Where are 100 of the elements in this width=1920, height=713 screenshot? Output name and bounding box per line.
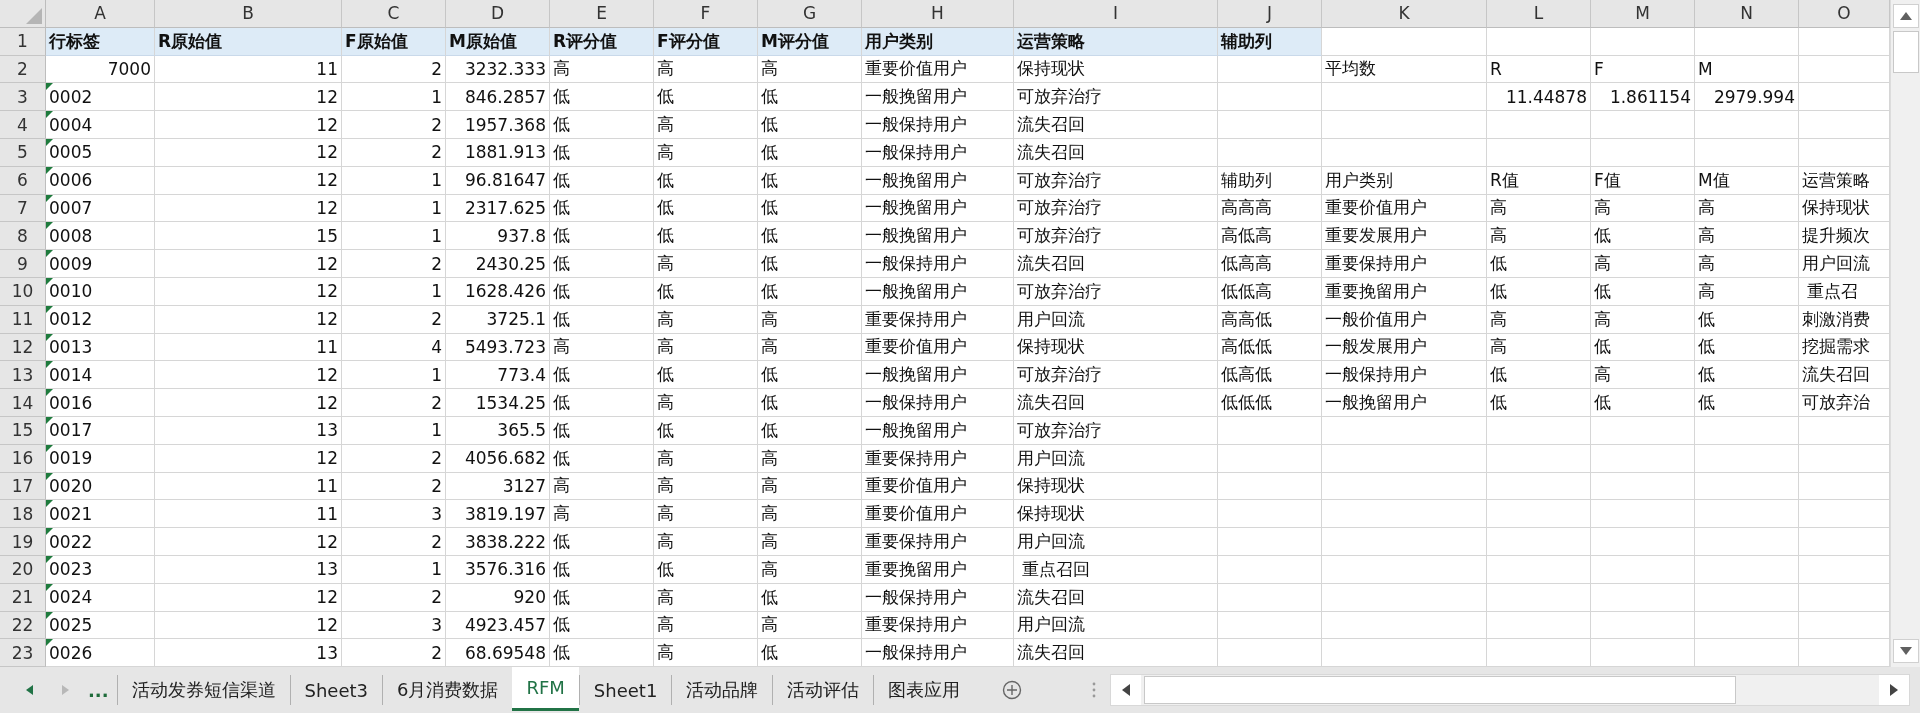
table-cell: 13 (316, 420, 338, 441)
row-header[interactable]: 15 (0, 416, 46, 445)
row-header[interactable]: 4 (0, 111, 46, 139)
table-cell: 一般价值用户 (1325, 307, 1427, 331)
sheet-tab[interactable]: Sheet1 (578, 675, 672, 705)
table-cell: 高 (761, 307, 778, 331)
vertical-scrollbar[interactable] (1890, 0, 1920, 667)
row-header[interactable]: 22 (0, 611, 46, 640)
row-header[interactable]: 19 (0, 528, 46, 556)
table-cell: 高 (761, 502, 778, 526)
column-header[interactable]: A (46, 0, 155, 28)
table-cell: 低 (553, 307, 570, 331)
row-header[interactable]: 18 (0, 500, 46, 529)
left-arrow-icon (25, 685, 33, 695)
row-header[interactable]: 8 (0, 222, 46, 251)
scroll-down-button[interactable] (1892, 639, 1919, 663)
table-cell: 920 (513, 587, 546, 608)
column-header[interactable]: J (1218, 0, 1322, 28)
row-header[interactable]: 3 (0, 83, 46, 112)
table-cell: 高 (553, 502, 570, 526)
row-header[interactable]: 6 (0, 166, 46, 195)
table-cell: 2317.625 (464, 197, 546, 218)
row-header[interactable]: 11 (0, 305, 46, 334)
header-cell: 用户类别 (865, 29, 933, 53)
table-cell: 可放弃治疗 (1017, 196, 1102, 220)
table-cell: 12 (316, 86, 338, 107)
table-cell: 高 (761, 335, 778, 359)
column-header[interactable]: K (1322, 0, 1487, 28)
table-cell: 高 (657, 307, 674, 331)
column-header[interactable]: G (758, 0, 862, 28)
table-cell: 12 (316, 142, 338, 163)
column-header[interactable]: O (1799, 0, 1890, 28)
table-cell: 低 (553, 641, 570, 665)
table-cell: 4 (431, 336, 442, 357)
row-header[interactable]: 5 (0, 139, 46, 167)
table-cell: 1 (431, 364, 442, 385)
new-sheet-button[interactable] (1002, 680, 1023, 700)
table-cell: 低 (1490, 252, 1507, 276)
sheet-tab[interactable]: 活动评估 (772, 675, 874, 705)
header-cell: R评分值 (553, 29, 618, 53)
table-cell: 高 (657, 585, 674, 609)
header-cell: F评分值 (657, 29, 720, 53)
row-header[interactable]: 16 (0, 444, 46, 473)
table-cell: 高 (761, 530, 778, 554)
table-cell: 1534.25 (475, 392, 546, 413)
column-header[interactable]: H (862, 0, 1014, 28)
scroll-right-button[interactable] (1879, 675, 1909, 705)
scroll-up-button[interactable] (1892, 4, 1919, 28)
table-cell: 低 (553, 279, 570, 303)
row-header[interactable]: 14 (0, 389, 46, 417)
table-cell: 12 (316, 587, 338, 608)
column-header[interactable]: E (550, 0, 654, 28)
table-cell: 重要价值用户 (865, 57, 967, 81)
scrollbar-thumb[interactable] (1144, 676, 1737, 704)
table-cell: 2 (431, 142, 442, 163)
table-cell: 高 (1594, 307, 1611, 331)
column-header[interactable]: D (446, 0, 550, 28)
row-header[interactable]: 17 (0, 472, 46, 501)
row-header[interactable]: 21 (0, 583, 46, 612)
row-header[interactable]: 13 (0, 361, 46, 390)
column-header[interactable]: M (1591, 0, 1695, 28)
column-header[interactable]: C (342, 0, 446, 28)
row-header[interactable]: 20 (0, 555, 46, 584)
row-header[interactable]: 12 (0, 333, 46, 362)
table-cell: 低 (1698, 335, 1715, 359)
right-arrow-icon (61, 685, 69, 695)
table-cell: 0002 (49, 86, 93, 107)
sheet-tab[interactable]: 图表应用 (873, 675, 975, 705)
row-header[interactable]: 2 (0, 55, 46, 84)
table-cell: 一般挽留用户 (1325, 391, 1427, 415)
column-header[interactable]: L (1487, 0, 1591, 28)
sheet-tab[interactable]: 活动发券短信渠道 (116, 675, 290, 705)
row-header[interactable]: 1 (0, 27, 46, 56)
table-cell: 低 (1594, 224, 1611, 248)
table-cell: 低 (553, 530, 570, 554)
table-cell: R (1490, 59, 1502, 79)
horizontal-scrollbar[interactable] (1110, 674, 1910, 706)
table-cell: 高 (657, 502, 674, 526)
row-header[interactable]: 9 (0, 250, 46, 278)
table-cell: 用户回流 (1802, 252, 1870, 276)
column-header[interactable]: I (1014, 0, 1218, 28)
more-sheets-button[interactable]: ... (80, 670, 117, 710)
column-header[interactable]: F (654, 0, 758, 28)
row-header[interactable]: 7 (0, 194, 46, 223)
column-header[interactable]: B (155, 0, 342, 28)
table-cell: 低 (657, 168, 674, 192)
sheet-tab[interactable]: Sheet3 (289, 675, 382, 705)
table-cell: 1628.426 (464, 281, 546, 302)
sheet-tab[interactable]: 活动品牌 (671, 675, 773, 705)
row-header[interactable]: 10 (0, 277, 46, 306)
splitter-handle-icon[interactable] (1092, 682, 1097, 698)
scrollbar-thumb[interactable] (1892, 31, 1919, 73)
sheet-tab[interactable]: RFM (512, 667, 579, 711)
select-all-button[interactable] (0, 0, 46, 28)
table-cell: 2 (431, 114, 442, 135)
row-header[interactable]: 23 (0, 639, 46, 667)
column-header[interactable]: N (1695, 0, 1799, 28)
table-cell: 提升频次 (1802, 224, 1870, 248)
table-cell-text: 重点召 (1806, 279, 1859, 303)
scroll-left-button[interactable] (1111, 675, 1142, 705)
